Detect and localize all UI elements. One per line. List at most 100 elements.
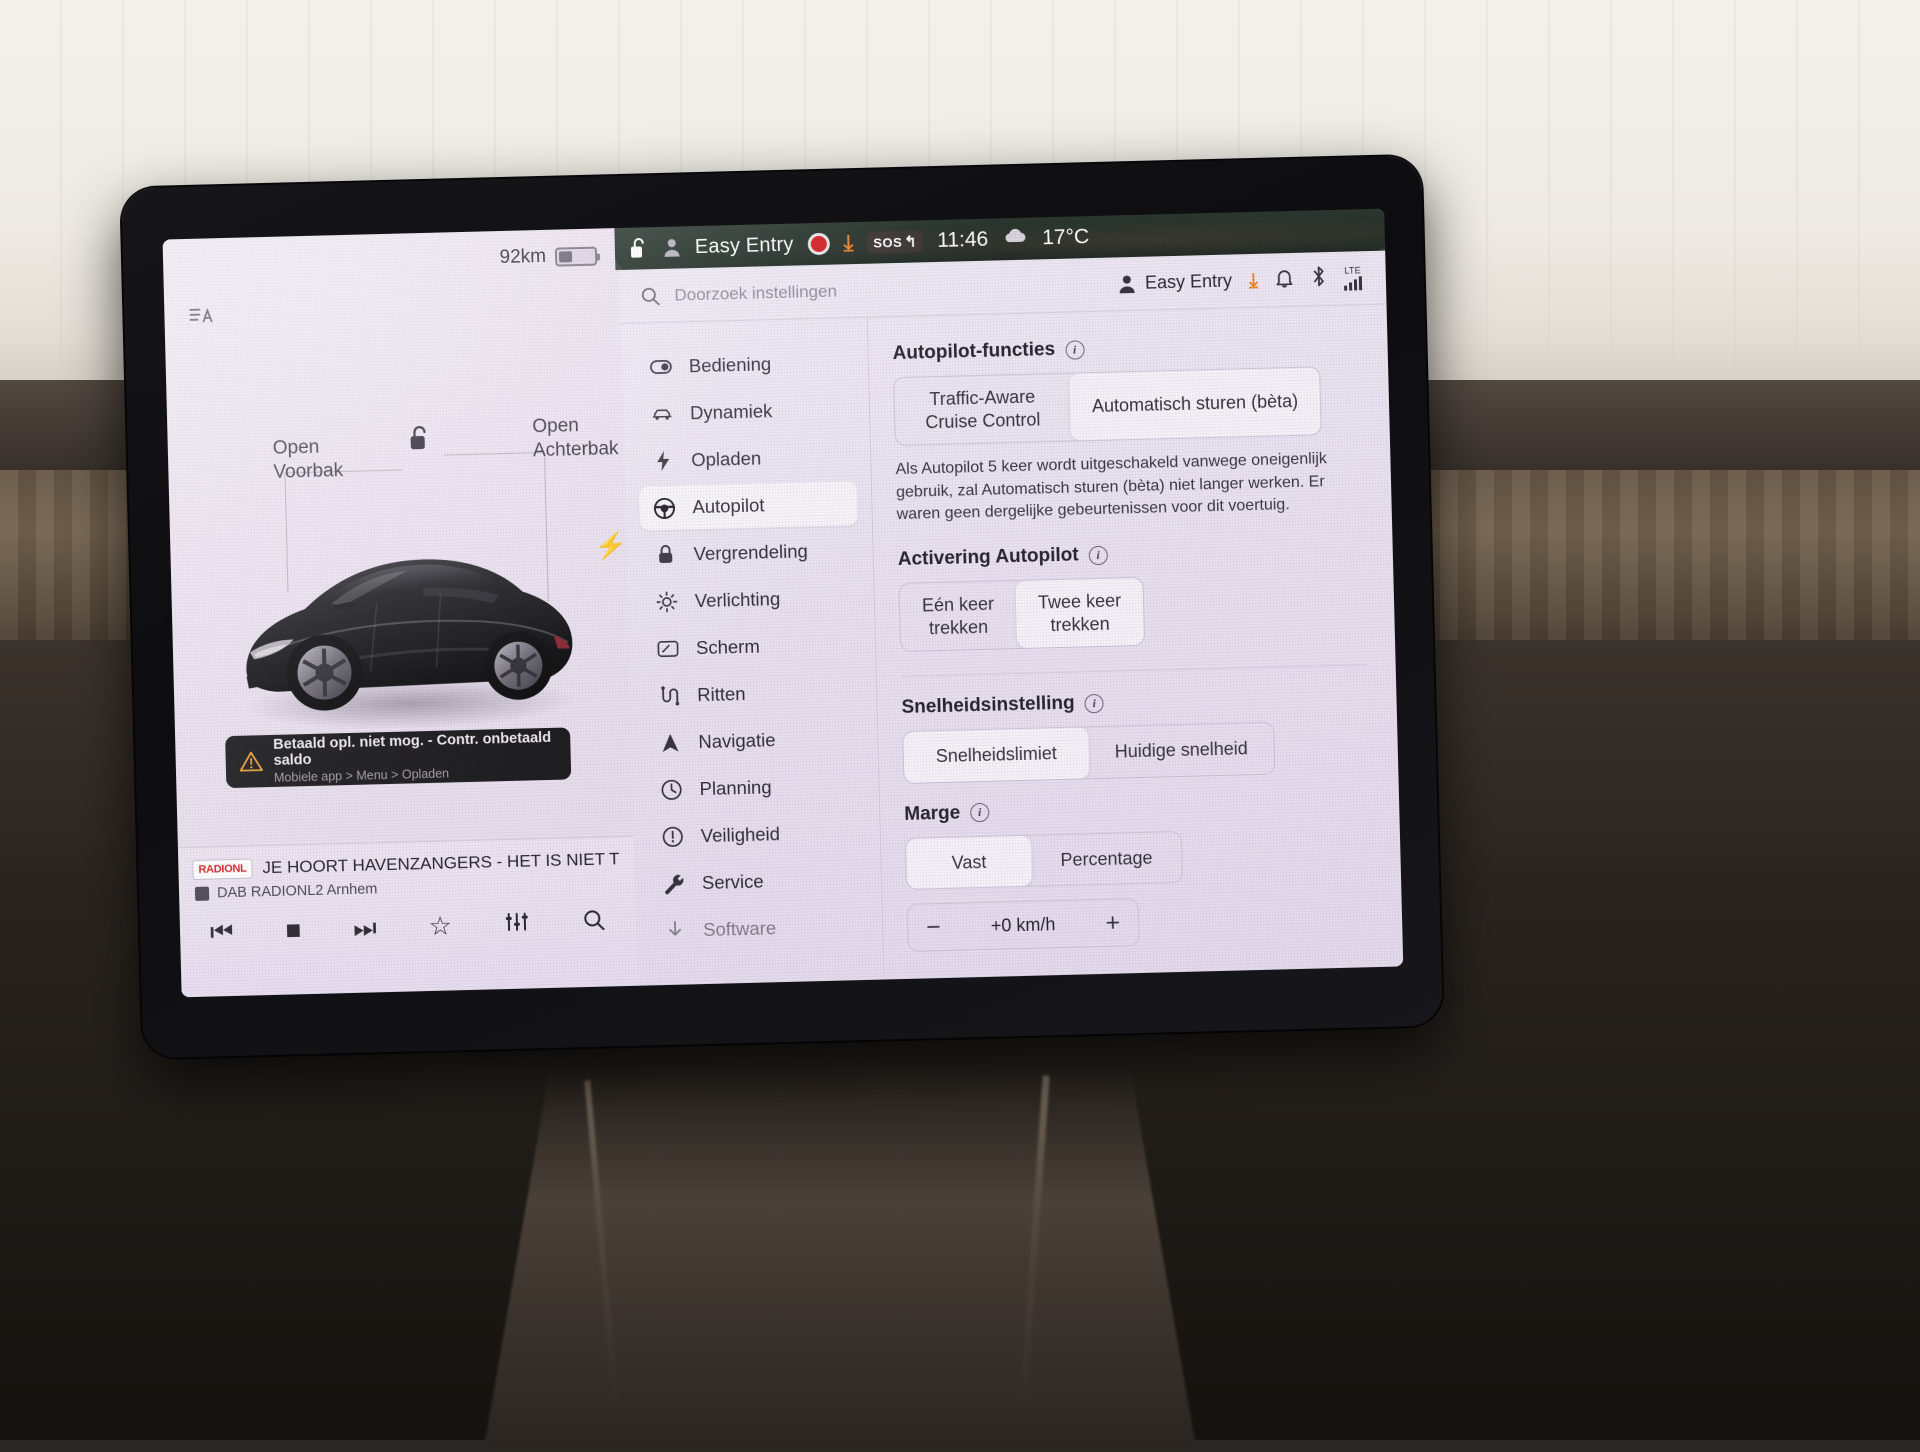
- vehicle-image[interactable]: [224, 494, 590, 738]
- network-label: LTE: [1344, 265, 1361, 275]
- trips-icon: [658, 685, 681, 708]
- segment-fixed[interactable]: Vast: [906, 835, 1032, 889]
- search-media-button[interactable]: [582, 908, 607, 937]
- sidebar-label: Autopilot: [692, 494, 765, 518]
- touchscreen-bezel: 92km Open Voorbak Open Achterbak: [121, 156, 1443, 1059]
- settings-profile[interactable]: Easy Entry: [1118, 271, 1233, 295]
- segment-current-speed[interactable]: Huidige snelheid: [1088, 723, 1274, 778]
- dab-icon: [195, 887, 209, 901]
- sos-button[interactable]: SOS↰: [867, 230, 924, 253]
- autopilot-features-segmented-control[interactable]: Traffic-Aware Cruise Control Automatisch…: [893, 366, 1322, 446]
- info-icon[interactable]: i: [1065, 340, 1084, 359]
- section-label: Activering Autopilot: [898, 545, 1079, 572]
- sidebar-item-service[interactable]: Service: [648, 857, 867, 907]
- sidebar-item-ritten[interactable]: Ritten: [644, 669, 863, 719]
- autopilot-activation-segmented-control[interactable]: Eén keer trekken Twee keer trekken: [898, 577, 1145, 652]
- section-label: Snelheidsinstelling: [901, 693, 1075, 719]
- decrease-margin-button[interactable]: −: [926, 915, 941, 940]
- section-title-speed-setting: Snelheidsinstelling i: [901, 685, 1368, 719]
- settings-profile-name: Easy Entry: [1145, 271, 1233, 294]
- sidebar-item-dynamiek[interactable]: Dynamiek: [637, 387, 856, 437]
- sidebar-item-vergrendeling[interactable]: Vergrendeling: [640, 528, 859, 578]
- bell-icon[interactable]: [1275, 266, 1295, 292]
- media-player[interactable]: RADIONL JE HOORT HAVENZANGERS - HET IS N…: [178, 836, 638, 997]
- sidebar-item-planning[interactable]: Planning: [646, 763, 865, 813]
- segment-traffic-aware-cruise-control[interactable]: Traffic-Aware Cruise Control: [894, 374, 1071, 445]
- sidebar-item-bediening[interactable]: Bediening: [635, 340, 854, 390]
- stop-button[interactable]: ■: [285, 916, 301, 942]
- sidebar-label: Service: [702, 871, 764, 895]
- auto-headlight-icon[interactable]: [188, 304, 215, 329]
- software-download-icon[interactable]: ⤓: [843, 232, 853, 254]
- settings-content[interactable]: Autopilot-functies i Traffic-Aware Cruis…: [867, 305, 1404, 980]
- charging-warning-toast[interactable]: Betaald opl. niet mog. - Contr. onbetaal…: [225, 727, 571, 788]
- navigation-arrow-icon: [659, 732, 682, 755]
- callout-line-rear-h: [444, 452, 544, 456]
- sidebar-item-software[interactable]: Software: [650, 904, 869, 954]
- sidebar-item-veiligheid[interactable]: Veiligheid: [647, 810, 866, 860]
- segment-label-1: Traffic-Aware: [917, 385, 1049, 411]
- padlock-open-icon[interactable]: [407, 425, 432, 452]
- battery-icon: [555, 246, 597, 266]
- open-rear-trunk-button[interactable]: Open Achterbak: [532, 413, 619, 463]
- sun-icon: [656, 591, 679, 614]
- tesla-touchscreen[interactable]: 92km Open Voorbak Open Achterbak: [163, 209, 1404, 998]
- speed-setting-segmented-control[interactable]: Snelheidslimiet Huidige snelheid: [902, 722, 1275, 784]
- open-front-trunk-label-1: Open: [273, 435, 343, 461]
- bluetooth-icon[interactable]: [1311, 265, 1328, 292]
- signal-bars-icon: [1344, 276, 1362, 290]
- search-icon: [640, 284, 661, 307]
- person-icon[interactable]: [663, 237, 682, 257]
- section-label: Marge: [904, 802, 961, 825]
- car-icon: [651, 403, 674, 426]
- segment-double-pull[interactable]: Twee keer trekken: [1015, 578, 1144, 648]
- segment-single-pull[interactable]: Eén keer trekken: [899, 581, 1017, 651]
- status-profile-name[interactable]: Easy Entry: [695, 233, 794, 258]
- section-divider: [901, 664, 1368, 677]
- increase-margin-button[interactable]: +: [1105, 910, 1120, 935]
- open-front-trunk-button[interactable]: Open Voorbak: [273, 435, 344, 484]
- sidebar-item-scherm[interactable]: Scherm: [642, 622, 861, 672]
- settings-panel[interactable]: Easy Entry ⤓ LT: [619, 251, 1403, 986]
- unlock-icon[interactable]: [629, 237, 650, 259]
- sidebar-label: Bediening: [689, 353, 772, 377]
- info-icon[interactable]: i: [970, 803, 989, 822]
- software-download-icon[interactable]: ⤓: [1249, 270, 1258, 290]
- sidebar-item-autopilot[interactable]: Autopilot: [639, 481, 858, 531]
- display-icon: [657, 638, 680, 661]
- info-icon[interactable]: i: [1084, 694, 1103, 713]
- dashcam-record-icon[interactable]: [807, 233, 830, 256]
- equalizer-button[interactable]: [504, 910, 531, 937]
- segment-label-2: trekken: [922, 615, 995, 639]
- margin-segmented-control[interactable]: Vast Percentage: [905, 831, 1183, 890]
- car-status-panel[interactable]: 92km Open Voorbak Open Achterbak: [163, 228, 638, 997]
- settings-search[interactable]: [640, 273, 1107, 307]
- segment-percentage[interactable]: Percentage: [1031, 832, 1182, 886]
- cloud-icon: [1002, 227, 1029, 252]
- lock-icon: [654, 544, 677, 567]
- search-input[interactable]: [674, 274, 1106, 305]
- segment-autosteer-beta[interactable]: Automatisch sturen (bèta): [1069, 367, 1321, 440]
- sidebar-item-opladen[interactable]: Opladen: [638, 434, 857, 484]
- charge-bolt-icon: ⚡: [594, 530, 627, 562]
- settings-sidebar[interactable]: Bediening Dynamiek Opladen: [621, 318, 884, 986]
- open-rear-trunk-label-2: Achterbak: [533, 437, 619, 463]
- open-front-trunk-label-2: Voorbak: [273, 459, 343, 485]
- segment-label-1: Automatisch sturen (bèta): [1092, 390, 1299, 418]
- segment-speed-limit[interactable]: Snelheidslimiet: [903, 727, 1089, 782]
- sidebar-label: Dynamiek: [690, 400, 773, 424]
- sidebar-item-navigatie[interactable]: Navigatie: [645, 716, 864, 766]
- toggle-switch-icon: [650, 356, 673, 379]
- margin-stepper[interactable]: − +0 km/h +: [907, 898, 1140, 952]
- sidebar-label: Scherm: [696, 636, 760, 660]
- steering-wheel-icon: [653, 497, 676, 520]
- sos-label: SOS: [873, 234, 902, 250]
- next-track-button[interactable]: ⏭: [353, 914, 377, 941]
- favorite-button[interactable]: ☆: [428, 912, 452, 939]
- wrench-icon: [663, 873, 686, 896]
- toast-title: Betaald opl. niet mog. - Contr. onbetaal…: [273, 730, 558, 769]
- previous-track-button[interactable]: ⏮: [210, 918, 234, 945]
- bolt-icon: [652, 450, 675, 473]
- sidebar-item-verlichting[interactable]: Verlichting: [641, 575, 860, 625]
- info-icon[interactable]: i: [1088, 545, 1107, 564]
